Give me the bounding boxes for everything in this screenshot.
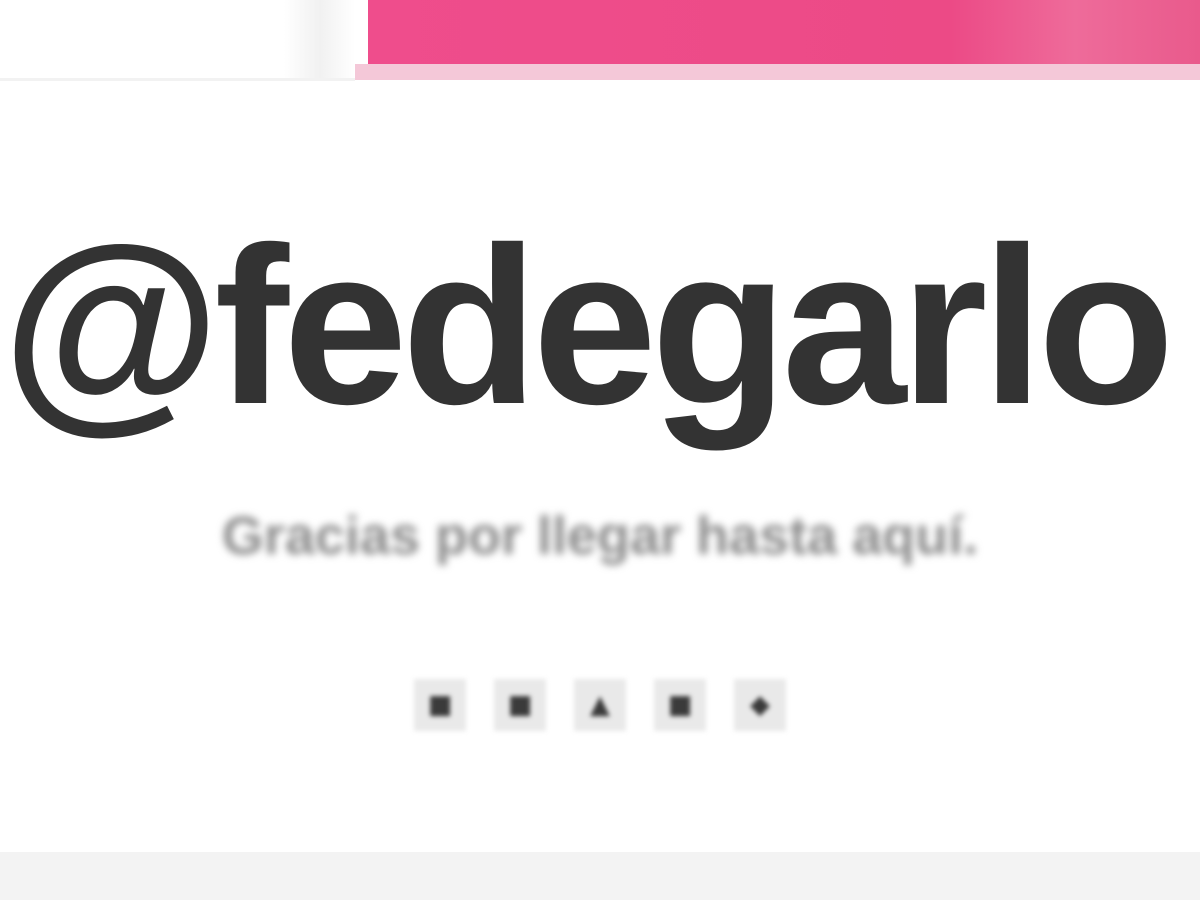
profile-handle: @fedegarlo	[2, 201, 1175, 451]
top-bar-accent	[368, 0, 1200, 64]
top-bar	[0, 0, 1200, 81]
profile-tagline: Gracias por llegar hasta aquí.	[221, 506, 979, 566]
instagram-icon[interactable]: ◆	[734, 679, 786, 731]
twitter-icon[interactable]: ■	[414, 679, 466, 731]
linkedin-icon[interactable]: ▲	[574, 679, 626, 731]
top-bar-left	[0, 0, 355, 81]
bottom-bar	[0, 852, 1200, 900]
social-links: ■ ■ ▲ ■ ◆	[385, 665, 815, 745]
top-bar-shadow	[355, 64, 1200, 80]
email-icon[interactable]: ■	[654, 679, 706, 731]
page: @fedegarlo Gracias por llegar hasta aquí…	[0, 0, 1200, 900]
github-icon[interactable]: ■	[494, 679, 546, 731]
